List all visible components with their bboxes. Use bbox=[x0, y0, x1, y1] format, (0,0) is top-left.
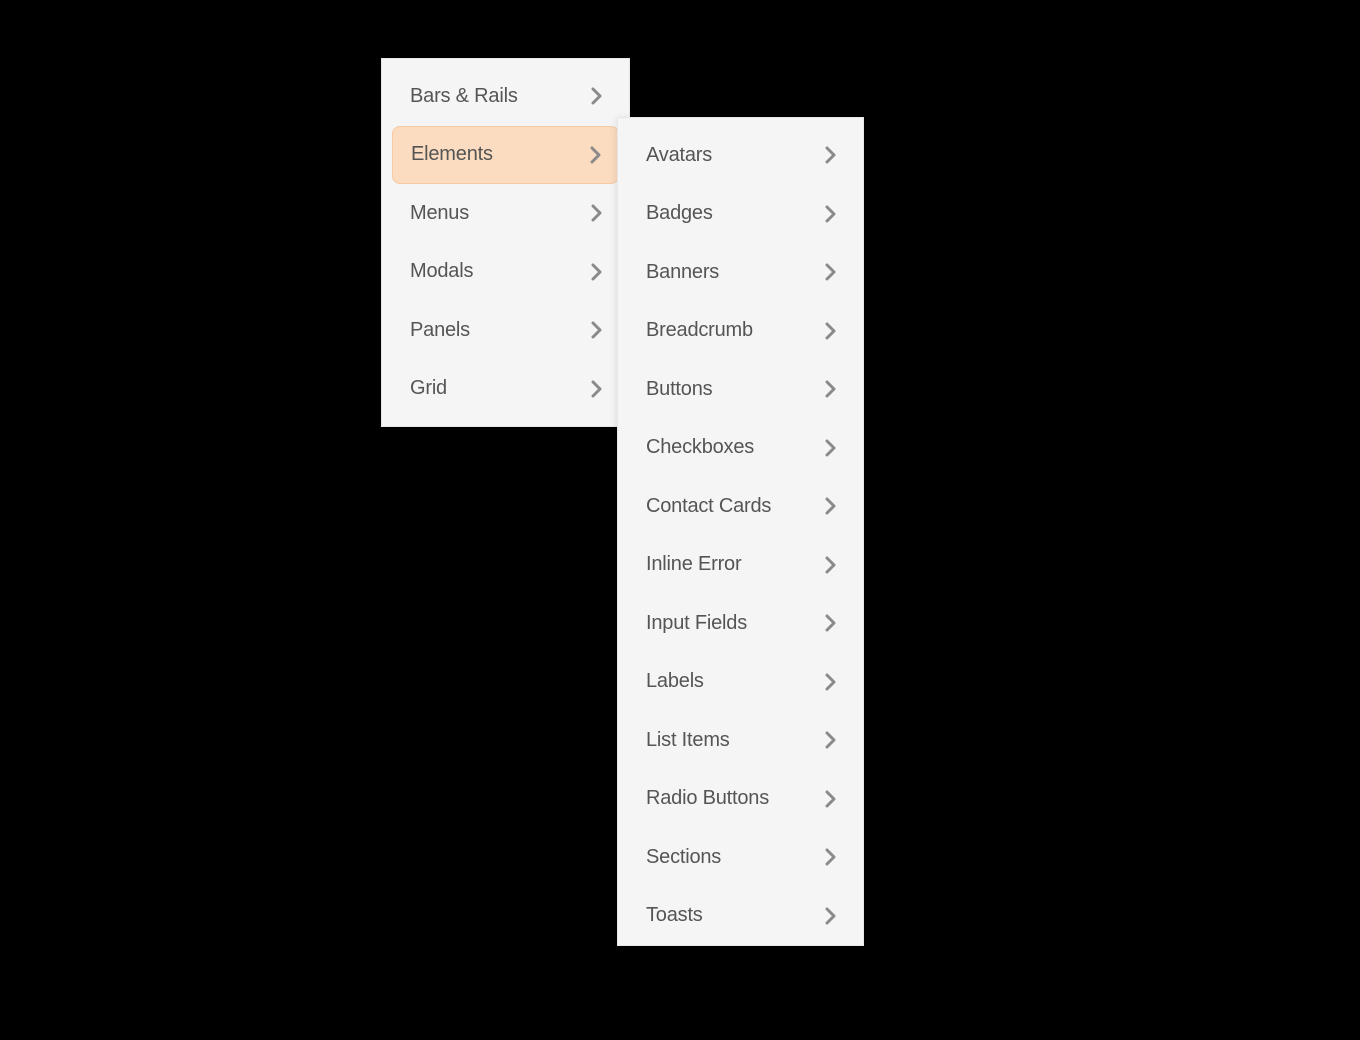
submenu-item-list-items[interactable]: List Items bbox=[628, 711, 853, 770]
menu-item-label: Bars & Rails bbox=[410, 85, 518, 108]
chevron-right-icon bbox=[821, 906, 841, 926]
menu-item-elements[interactable]: Elements bbox=[392, 126, 619, 185]
menu-item-label: Badges bbox=[646, 202, 713, 225]
chevron-right-icon bbox=[821, 847, 841, 867]
menu-item-menus[interactable]: Menus bbox=[392, 184, 619, 243]
submenu-item-checkboxes[interactable]: Checkboxes bbox=[628, 419, 853, 478]
submenu-item-badges[interactable]: Badges bbox=[628, 185, 853, 244]
chevron-right-icon bbox=[821, 555, 841, 575]
menu-item-label: Inline Error bbox=[646, 553, 741, 576]
chevron-right-icon bbox=[587, 320, 607, 340]
menu-item-label: List Items bbox=[646, 729, 730, 752]
submenu-item-toasts[interactable]: Toasts bbox=[628, 887, 853, 946]
submenu-item-contact-cards[interactable]: Contact Cards bbox=[628, 477, 853, 536]
chevron-right-icon bbox=[821, 262, 841, 282]
submenu-item-buttons[interactable]: Buttons bbox=[628, 360, 853, 419]
menu-item-label: Radio Buttons bbox=[646, 787, 769, 810]
menu-item-label: Contact Cards bbox=[646, 495, 771, 518]
secondary-menu-panel: Avatars Badges Banners Breadcrumb Button… bbox=[617, 117, 864, 946]
menu-item-label: Buttons bbox=[646, 378, 712, 401]
submenu-item-inline-error[interactable]: Inline Error bbox=[628, 536, 853, 595]
submenu-item-breadcrumb[interactable]: Breadcrumb bbox=[628, 302, 853, 361]
menu-item-bars-and-rails[interactable]: Bars & Rails bbox=[392, 67, 619, 126]
menu-item-label: Banners bbox=[646, 261, 719, 284]
menu-item-label: Breadcrumb bbox=[646, 319, 753, 342]
submenu-item-banners[interactable]: Banners bbox=[628, 243, 853, 302]
submenu-item-radio-buttons[interactable]: Radio Buttons bbox=[628, 770, 853, 829]
chevron-right-icon bbox=[821, 204, 841, 224]
menu-item-label: Toasts bbox=[646, 904, 703, 927]
primary-menu-panel: Bars & Rails Elements Menus Modals Panel… bbox=[381, 58, 630, 427]
menu-item-modals[interactable]: Modals bbox=[392, 243, 619, 302]
submenu-item-avatars[interactable]: Avatars bbox=[628, 126, 853, 185]
chevron-right-icon bbox=[821, 613, 841, 633]
menu-item-label: Elements bbox=[411, 143, 493, 166]
chevron-right-icon bbox=[821, 496, 841, 516]
menu-item-label: Menus bbox=[410, 202, 469, 225]
chevron-right-icon bbox=[821, 438, 841, 458]
menu-item-grid[interactable]: Grid bbox=[392, 360, 619, 419]
chevron-right-icon bbox=[587, 379, 607, 399]
chevron-right-icon bbox=[586, 145, 606, 165]
chevron-right-icon bbox=[821, 321, 841, 341]
chevron-right-icon bbox=[587, 86, 607, 106]
menu-item-label: Checkboxes bbox=[646, 436, 754, 459]
chevron-right-icon bbox=[821, 379, 841, 399]
submenu-item-labels[interactable]: Labels bbox=[628, 653, 853, 712]
chevron-right-icon bbox=[821, 672, 841, 692]
chevron-right-icon bbox=[587, 203, 607, 223]
chevron-right-icon bbox=[821, 145, 841, 165]
submenu-item-input-fields[interactable]: Input Fields bbox=[628, 594, 853, 653]
menu-item-label: Panels bbox=[410, 319, 470, 342]
menu-item-label: Avatars bbox=[646, 144, 712, 167]
menu-item-panels[interactable]: Panels bbox=[392, 301, 619, 360]
menu-item-label: Input Fields bbox=[646, 612, 747, 635]
chevron-right-icon bbox=[821, 789, 841, 809]
menu-item-label: Labels bbox=[646, 670, 704, 693]
menu-item-label: Sections bbox=[646, 846, 721, 869]
chevron-right-icon bbox=[587, 262, 607, 282]
chevron-right-icon bbox=[821, 730, 841, 750]
submenu-item-sections[interactable]: Sections bbox=[628, 828, 853, 887]
menu-item-label: Modals bbox=[410, 260, 473, 283]
menu-item-label: Grid bbox=[410, 377, 447, 400]
